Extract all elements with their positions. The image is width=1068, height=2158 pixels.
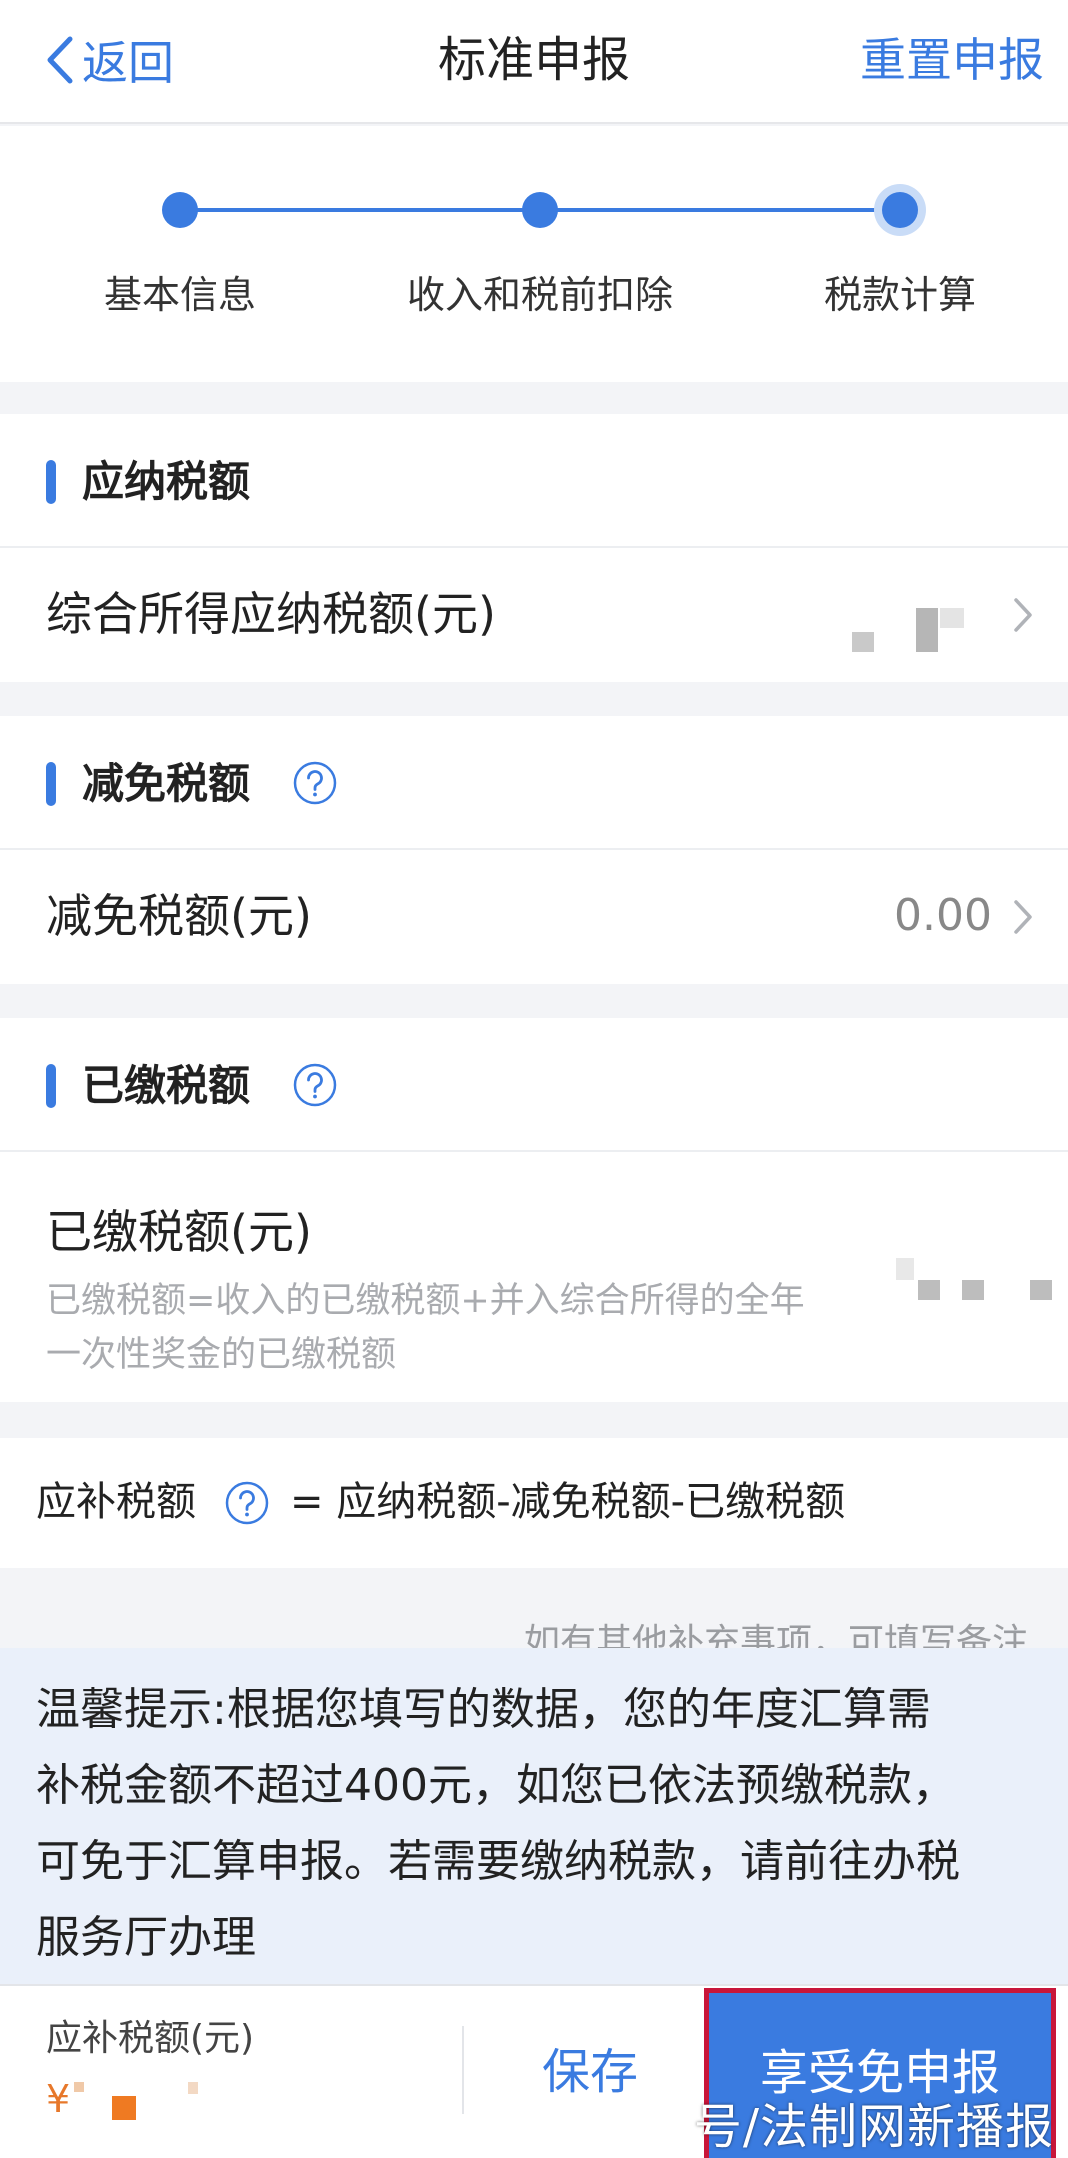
redacted-value — [852, 632, 874, 652]
section-accent-bar — [46, 1064, 56, 1108]
question-help-icon[interactable] — [224, 1480, 270, 1526]
redacted-value — [918, 1280, 940, 1300]
currency-symbol: ¥ — [46, 2077, 71, 2121]
divider — [462, 2026, 464, 2114]
section-accent-bar — [46, 762, 56, 806]
reminder-tip: 温馨提示:根据您填写的数据，您的年度汇算需 补税金额不超过400元，如您已依法预… — [0, 1648, 1068, 1986]
chevron-right-icon — [1014, 598, 1032, 632]
section-paid-tax: 已缴税额 已缴税额(元) 已缴税额=收入的已缴税额+并入综合所得的全年 一次性奖… — [0, 1018, 1068, 1402]
formula-label: 应补税额 — [36, 1479, 196, 1525]
section-title: 应纳税额 — [82, 457, 251, 506]
redacted-value — [188, 2082, 198, 2094]
supplementary-tax-amount: ¥ — [46, 2074, 70, 2124]
section-title: 已缴税额 — [82, 1061, 251, 1110]
tip-line: 温馨提示:根据您填写的数据，您的年度汇算需 — [36, 1684, 931, 1735]
supplementary-tax-label: 应补税额(元) — [46, 2018, 255, 2059]
redacted-value — [940, 608, 964, 628]
section-accent-bar — [46, 460, 56, 504]
paid-tax-note-line: 一次性奖金的已缴税额 — [46, 1335, 397, 1375]
progress-stepper: 基本信息 收入和税前扣除 税款计算 — [0, 126, 1068, 382]
step-label-income: 收入和税前扣除 — [406, 273, 673, 317]
section-title: 减免税额 — [82, 759, 251, 808]
watermark-text: 号/法制网新播报 — [693, 2099, 1054, 2155]
step-dot-tax-calc — [882, 192, 918, 228]
question-help-icon[interactable] — [292, 1062, 338, 1108]
section-header: 应纳税额 — [0, 414, 1068, 548]
step-dot-basic-info — [162, 192, 198, 228]
tip-line: 服务厅办理 — [36, 1912, 256, 1963]
section-header: 减免税额 — [0, 716, 1068, 850]
row-label: 已缴税额(元) — [46, 1205, 312, 1259]
redacted-value — [1030, 1280, 1052, 1300]
redacted-value — [896, 1258, 914, 1280]
tax-relief-value: 0.00 — [894, 890, 992, 941]
redacted-value — [962, 1280, 984, 1300]
step-label-tax-calc: 税款计算 — [823, 273, 976, 317]
tax-relief-row[interactable]: 减免税额(元) 0.00 — [0, 852, 1068, 984]
reset-declaration-button[interactable]: 重置申报 — [860, 28, 1044, 92]
redacted-value — [74, 2082, 84, 2092]
chevron-right-icon — [1014, 900, 1032, 934]
section-tax-relief: 减免税额 减免税额(元) 0.00 — [0, 716, 1068, 984]
step-dot-income — [522, 192, 558, 228]
step-connector — [180, 208, 540, 212]
paid-tax-row[interactable]: 已缴税额(元) 已缴税额=收入的已缴税额+并入综合所得的全年 一次性奖金的已缴税… — [0, 1154, 1068, 1402]
redacted-value — [916, 608, 938, 652]
redacted-value — [112, 2096, 136, 2120]
section-payable-tax: 应纳税额 综合所得应纳税额(元) — [0, 414, 1068, 682]
payable-tax-row[interactable]: 综合所得应纳税额(元) — [0, 550, 1068, 682]
tip-line: 补税金额不超过400元，如您已依法预缴税款， — [36, 1760, 956, 1811]
row-label: 综合所得应纳税额(元) — [46, 587, 496, 641]
nav-header: 返回 标准申报 重置申报 — [0, 0, 1068, 124]
section-header: 已缴税额 — [0, 1018, 1068, 1152]
question-help-icon[interactable] — [292, 760, 338, 806]
step-label-basic-info: 基本信息 — [103, 273, 256, 317]
save-button[interactable]: 保存 — [500, 2022, 680, 2122]
paid-tax-note-line: 已缴税额=收入的已缴税额+并入综合所得的全年 — [46, 1281, 805, 1321]
step-connector — [540, 208, 900, 212]
formula-text: = 应纳税额-减免税额-已缴税额 — [290, 1479, 846, 1525]
tax-formula-row: 应补税额 = 应纳税额-减免税额-已缴税额 — [0, 1438, 1068, 1568]
row-label: 减免税额(元) — [46, 889, 312, 943]
tip-line: 可免于汇算申报。若需要缴纳税款，请前往办税 — [36, 1836, 960, 1887]
